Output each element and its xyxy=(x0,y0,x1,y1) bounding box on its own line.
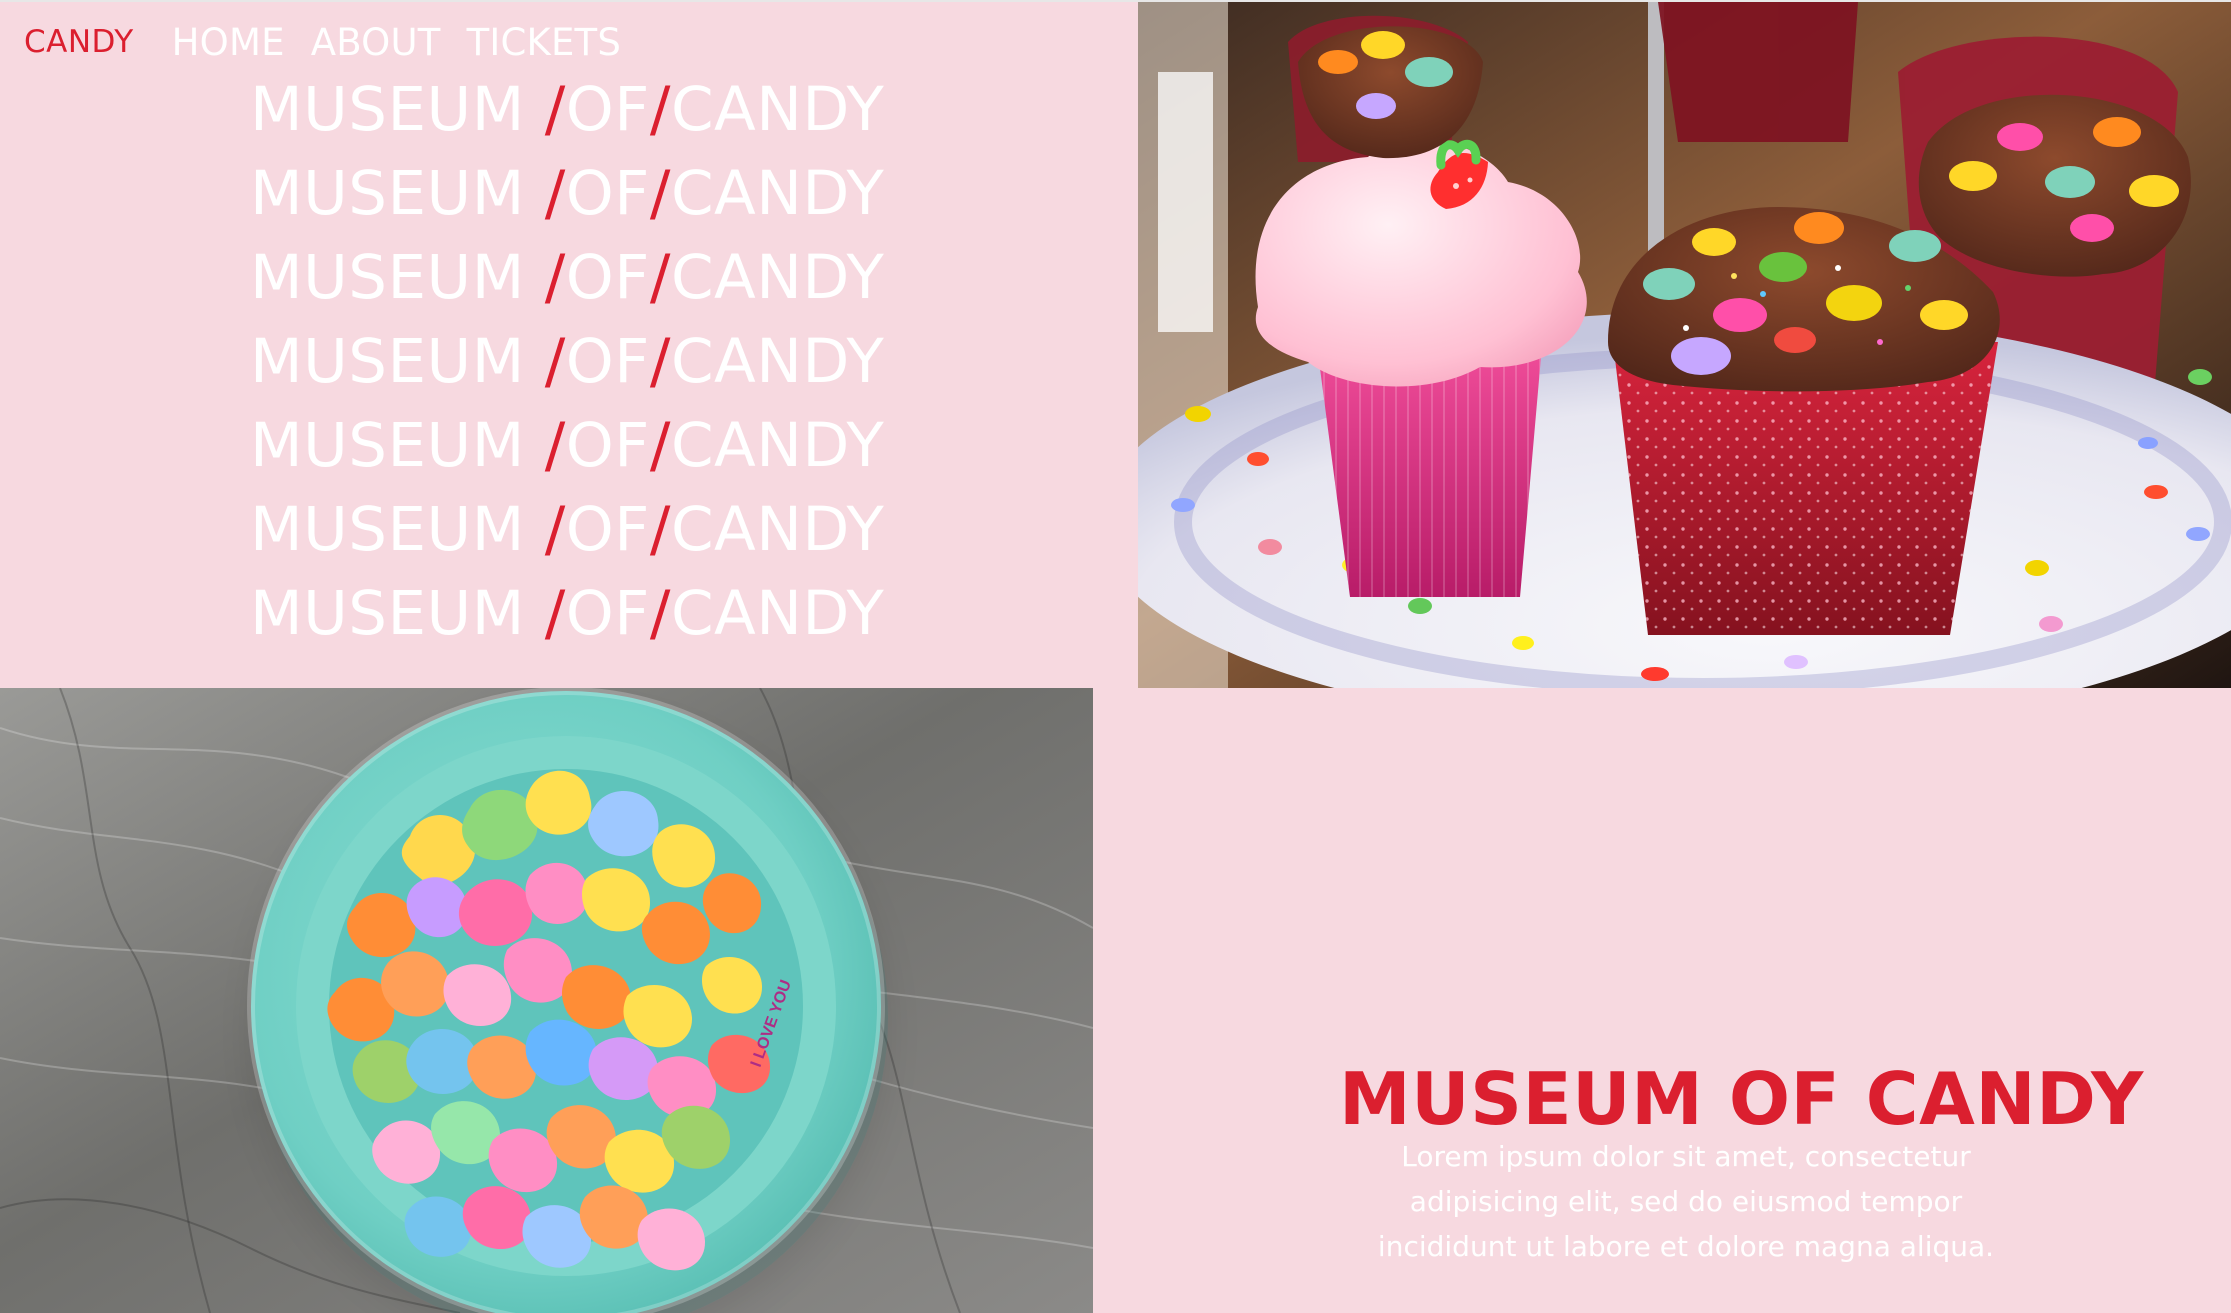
title-word-of: OF xyxy=(565,158,650,229)
title-slash: / xyxy=(544,578,566,649)
title-word-of: OF xyxy=(565,578,650,649)
nav-tickets-link[interactable]: TICKETS xyxy=(467,21,621,64)
title-slash: / xyxy=(649,242,671,313)
stacked-title-line: MUSEUM /OF/CANDY xyxy=(250,488,950,572)
cupcakes-image xyxy=(1138,0,2231,688)
candy-museum-page: CANDY HOME ABOUT TICKETS MUSEUM /OF/CAND… xyxy=(0,0,2231,1313)
stacked-title-line: MUSEUM /OF/CANDY xyxy=(250,152,950,236)
nav-home-link[interactable]: HOME xyxy=(172,21,285,64)
title-slash: / xyxy=(649,578,671,649)
title-word-museum: MUSEUM xyxy=(250,326,545,397)
title-word-museum: MUSEUM xyxy=(250,158,545,229)
stacked-title-line: MUSEUM /OF/CANDY xyxy=(250,68,950,152)
title-word-of: OF xyxy=(565,74,650,145)
title-slash: / xyxy=(544,410,566,481)
title-word-candy: CANDY xyxy=(670,326,885,397)
stacked-title-line: MUSEUM /OF/CANDY xyxy=(250,236,950,320)
stacked-title-line: MUSEUM /OF/CANDY xyxy=(250,320,950,404)
candy-bowl-illustration: I LOVE YOU xyxy=(0,688,1093,1313)
stacked-title-line: MUSEUM /OF/CANDY xyxy=(250,572,950,656)
title-slash: / xyxy=(649,410,671,481)
title-word-candy: CANDY xyxy=(670,578,885,649)
title-word-of: OF xyxy=(565,326,650,397)
title-word-museum: MUSEUM xyxy=(250,578,545,649)
nav-about-link[interactable]: ABOUT xyxy=(311,21,441,64)
stacked-title-line: MUSEUM /OF/CANDY xyxy=(250,404,950,488)
title-slash: / xyxy=(544,158,566,229)
title-slash: / xyxy=(649,326,671,397)
top-navigation: CANDY HOME ABOUT TICKETS xyxy=(24,20,621,64)
candy-bowl-image: I LOVE YOU xyxy=(0,688,1093,1313)
title-slash: / xyxy=(649,494,671,565)
museum-info-panel: MUSEUM OF CANDY Lorem ipsum dolor sit am… xyxy=(1093,688,2231,1313)
title-word-of: OF xyxy=(565,242,650,313)
title-word-museum: MUSEUM xyxy=(250,494,545,565)
title-word-candy: CANDY xyxy=(670,74,885,145)
title-slash: / xyxy=(544,242,566,313)
cupcakes-illustration xyxy=(1138,2,2231,688)
title-word-candy: CANDY xyxy=(670,410,885,481)
title-word-of: OF xyxy=(565,410,650,481)
title-slash: / xyxy=(544,326,566,397)
title-word-of: OF xyxy=(565,494,650,565)
title-word-museum: MUSEUM xyxy=(250,410,545,481)
hero-text-panel: CANDY HOME ABOUT TICKETS MUSEUM /OF/CAND… xyxy=(0,0,1138,688)
title-word-candy: CANDY xyxy=(670,494,885,565)
museum-title-stack: MUSEUM /OF/CANDY MUSEUM /OF/CANDY MUSEUM… xyxy=(250,68,950,656)
title-word-museum: MUSEUM xyxy=(250,74,545,145)
title-word-candy: CANDY xyxy=(670,158,885,229)
title-word-museum: MUSEUM xyxy=(250,242,545,313)
museum-info-title: MUSEUM OF CANDY xyxy=(1339,1057,2144,1142)
title-word-candy: CANDY xyxy=(670,242,885,313)
brand-logo-link[interactable]: CANDY xyxy=(24,24,134,60)
title-slash: / xyxy=(649,158,671,229)
title-slash: / xyxy=(649,74,671,145)
title-slash: / xyxy=(544,74,566,145)
title-slash: / xyxy=(544,494,566,565)
museum-info-description: Lorem ipsum dolor sit amet, consectetur … xyxy=(1377,1140,1995,1263)
